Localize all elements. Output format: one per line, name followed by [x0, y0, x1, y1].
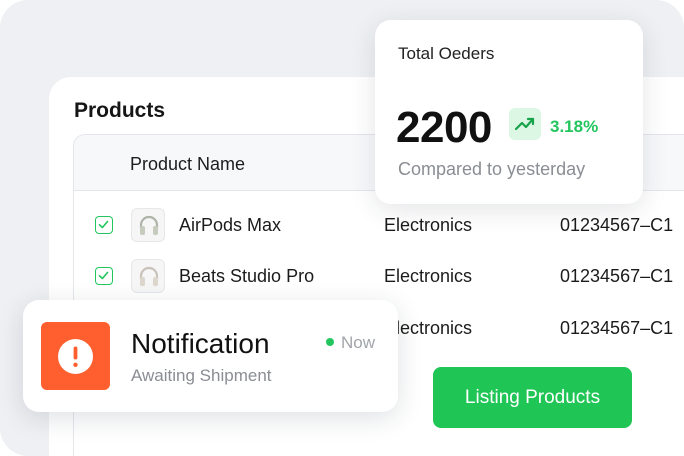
headphones-icon: [139, 215, 159, 235]
orders-value: 2200: [396, 103, 492, 152]
orders-change-percent: 3.18%: [550, 117, 599, 136]
product-sku: 01234567–C1: [560, 266, 674, 286]
product-sku: 01234567–C1: [560, 318, 674, 338]
product-name: AirPods Max: [179, 215, 282, 235]
notification-time: Now: [341, 333, 376, 352]
product-name: Beats Studio Pro: [179, 266, 315, 286]
headphones-icon: [139, 266, 159, 286]
listing-products-button[interactable]: Listing Products: [433, 367, 632, 428]
orders-caption: Compared to yesterday: [398, 159, 586, 179]
product-category: Electronics: [384, 215, 473, 235]
status-dot: [326, 338, 334, 346]
notification-subtitle: Awaiting Shipment: [131, 366, 272, 385]
product-thumbnail: [131, 208, 165, 242]
orders-title: Total Oeders: [398, 44, 495, 63]
alert-icon: [41, 322, 110, 390]
total-orders-card: Total Oeders 2200 3.18% Compared to yest…: [375, 20, 643, 204]
table-row[interactable]: Beats Studio Pro Electronics 01234567–C1: [74, 251, 684, 301]
product-sku: 01234567–C1: [560, 215, 674, 235]
trend-up-icon: [509, 108, 541, 140]
product-category: Electronics: [384, 266, 473, 286]
column-header-product-name: Product Name: [130, 154, 246, 174]
checkmark-icon: [98, 271, 109, 280]
table-row[interactable]: AirPods Max Electronics 01234567–C1: [74, 200, 684, 250]
notification-title: Notification: [131, 328, 270, 359]
checkmark-icon: [98, 220, 109, 229]
products-title: Products: [74, 99, 166, 122]
row-checkbox[interactable]: [95, 216, 113, 234]
row-checkbox[interactable]: [95, 267, 113, 285]
product-thumbnail: [131, 259, 165, 293]
notification-card[interactable]: Notification Awaiting Shipment Now: [23, 300, 398, 412]
